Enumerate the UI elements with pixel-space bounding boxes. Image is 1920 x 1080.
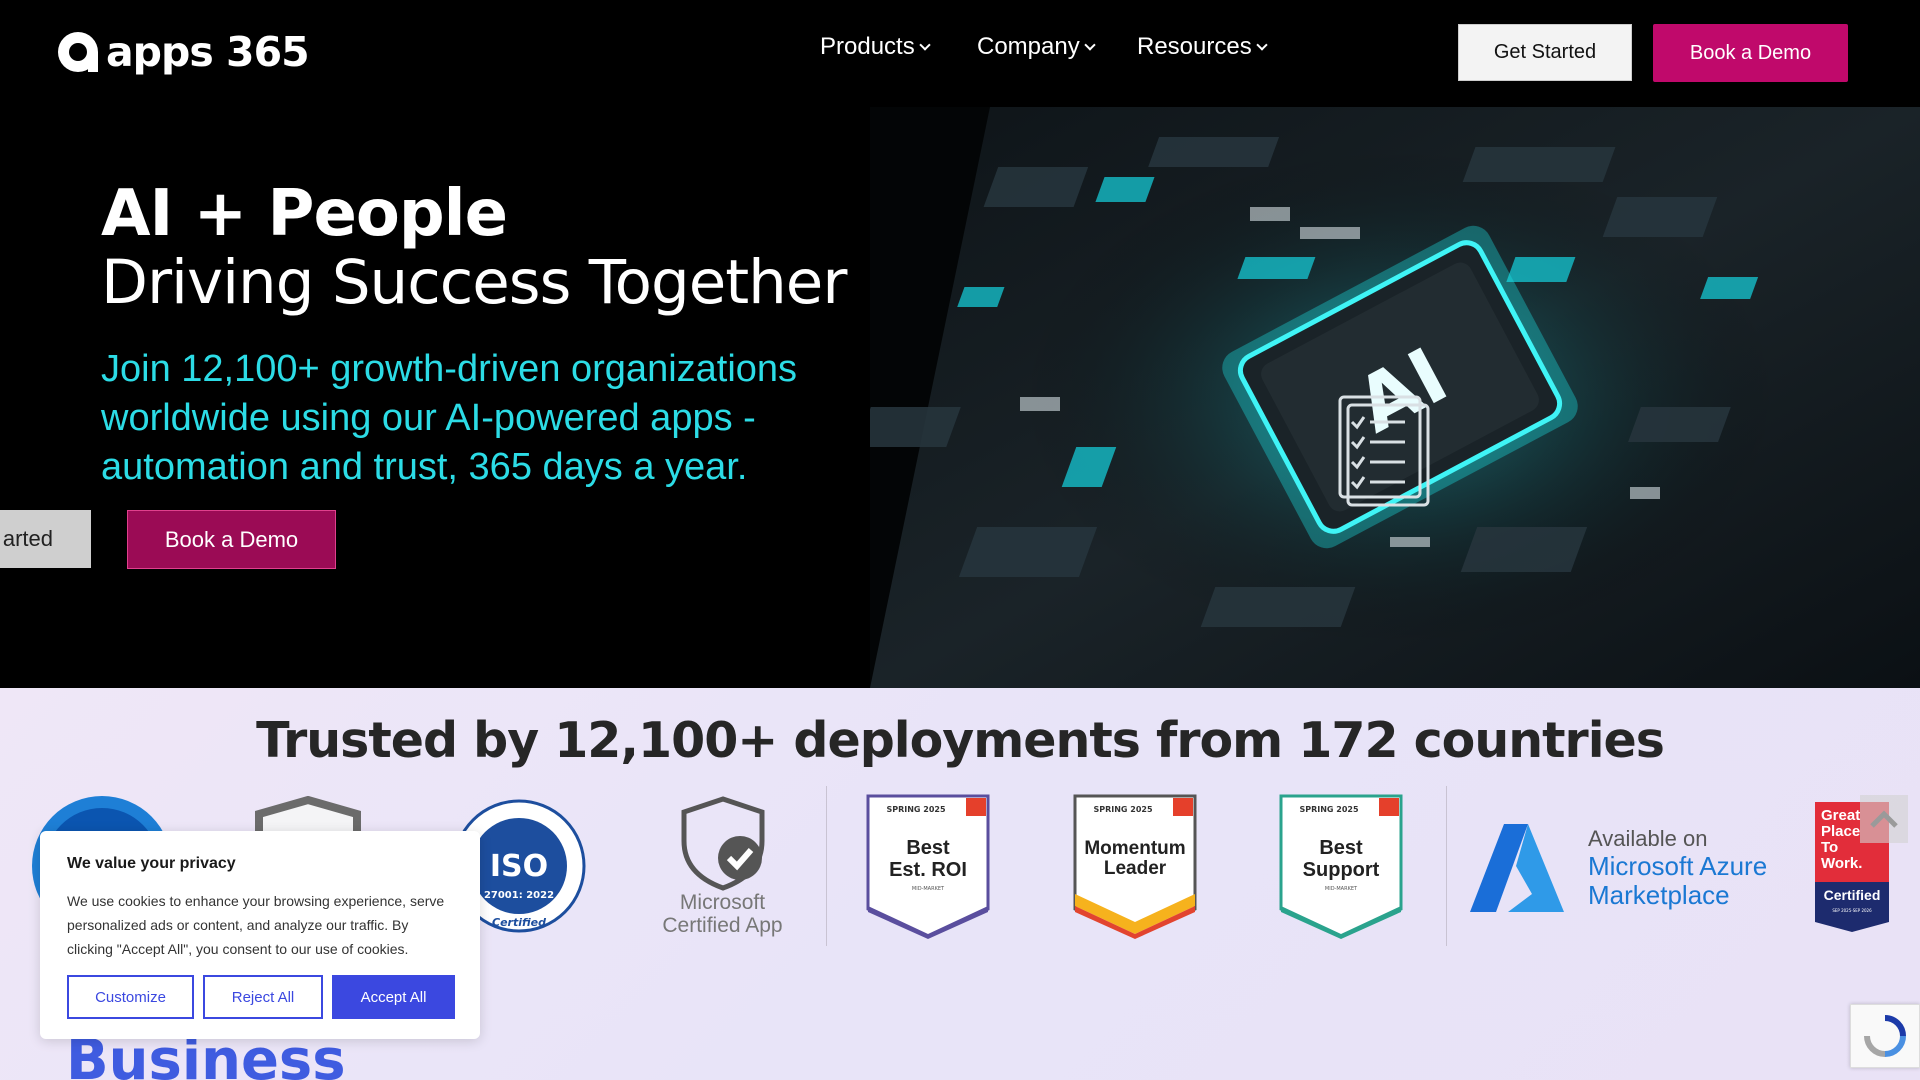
- book-demo-button[interactable]: Book a Demo: [1653, 24, 1848, 82]
- cookie-consent-dialog: We value your privacy We use cookies to …: [40, 831, 480, 1039]
- svg-text:Certified: Certified: [1824, 887, 1881, 903]
- trust-heading: Trusted by 12,100+ deployments from 172 …: [256, 712, 1665, 769]
- chevron-up-icon: [1870, 810, 1898, 828]
- svg-text:Est. ROI: Est. ROI: [889, 859, 967, 881]
- svg-text:SEP 2025-SEP 2026: SEP 2025-SEP 2026: [1832, 908, 1872, 913]
- get-started-button[interactable]: Get Started: [1458, 24, 1632, 81]
- svg-text:Momentum: Momentum: [1084, 838, 1185, 859]
- hero-get-started-button[interactable]: arted: [0, 510, 91, 568]
- scroll-to-top-button[interactable]: [1860, 795, 1908, 843]
- svg-text:ISO: ISO: [490, 849, 548, 884]
- hero-title: AI + People: [101, 177, 508, 251]
- nav-company-label: Company: [977, 33, 1080, 60]
- svg-text:Leader: Leader: [1104, 858, 1167, 879]
- nav-resources-label: Resources: [1137, 33, 1252, 60]
- svg-text:Best: Best: [1319, 837, 1363, 859]
- svg-text:SPRING 2025: SPRING 2025: [1093, 805, 1153, 814]
- shield-check-icon: [681, 796, 764, 891]
- svg-text:SPRING 2025: SPRING 2025: [886, 805, 946, 814]
- svg-text:Best: Best: [906, 837, 950, 859]
- svg-text:MID-MARKET: MID-MARKET: [912, 886, 945, 892]
- g2-best-support-badge-icon: SPRING 2025 Best Support MID-MARKET: [1279, 794, 1403, 939]
- svg-text:27001: 2022: 27001: 2022: [484, 890, 554, 901]
- hero-book-demo-button[interactable]: Book a Demo: [127, 510, 336, 569]
- svg-text:Place: Place: [1821, 823, 1860, 840]
- cookie-buttons: Customize Reject All Accept All: [67, 975, 455, 1019]
- cookie-text: We use cookies to enhance your browsing …: [67, 893, 445, 957]
- customize-button[interactable]: Customize: [67, 975, 194, 1019]
- hero-subtitle: Join 12,100+ growth-driven organizations…: [101, 348, 798, 488]
- svg-text:Work.: Work.: [1821, 855, 1862, 872]
- nav-products-label: Products: [820, 33, 915, 60]
- svg-text:Great: Great: [1821, 807, 1860, 824]
- svg-text:Certified: Certified: [492, 916, 546, 929]
- chevron-down-icon: [919, 39, 931, 51]
- azure-marketplace-badge: Available on Microsoft Azure Marketplace: [1468, 818, 1788, 918]
- recaptcha-widget[interactable]: [1850, 1004, 1920, 1068]
- reject-all-button[interactable]: Reject All: [203, 975, 323, 1019]
- divider: [826, 786, 827, 946]
- cookie-title: We value your privacy: [67, 855, 236, 872]
- nav-products[interactable]: Products: [820, 33, 977, 61]
- hero-ai-chip-image: AI: [870, 107, 1920, 688]
- site-header: apps 365 Products Company Resources Get …: [0, 0, 1920, 107]
- accept-all-button[interactable]: Accept All: [332, 975, 455, 1019]
- nav-company[interactable]: Company: [977, 33, 1137, 61]
- svg-text:SPRING 2025: SPRING 2025: [1299, 805, 1359, 814]
- main-nav: Products Company Resources: [820, 33, 1268, 61]
- logo-icon: [58, 32, 98, 72]
- logo-text: apps 365: [106, 28, 310, 76]
- recaptcha-icon: [1864, 1015, 1906, 1057]
- svg-text:Support: Support: [1303, 859, 1380, 881]
- svg-text:MID-MARKET: MID-MARKET: [1325, 886, 1358, 892]
- chevron-down-icon: [1256, 39, 1268, 51]
- chevron-down-icon: [1084, 39, 1096, 51]
- nav-resources[interactable]: Resources: [1137, 33, 1268, 61]
- svg-text:To: To: [1821, 839, 1838, 856]
- logo[interactable]: apps 365: [58, 28, 310, 76]
- hero-section: AI AI + People Driving Success Together …: [0, 107, 1920, 688]
- microsoft-certified-badge: Microsoft Certified App: [655, 796, 790, 941]
- g2-best-roi-badge-icon: SPRING 2025 Best Est. ROI MID-MARKET: [866, 794, 990, 939]
- azure-logo-icon: [1470, 824, 1564, 912]
- divider: [1446, 786, 1447, 946]
- hero-title-line2: Driving Success Together: [101, 247, 847, 318]
- g2-momentum-leader-badge-icon: SPRING 2025 Momentum Leader: [1073, 794, 1197, 939]
